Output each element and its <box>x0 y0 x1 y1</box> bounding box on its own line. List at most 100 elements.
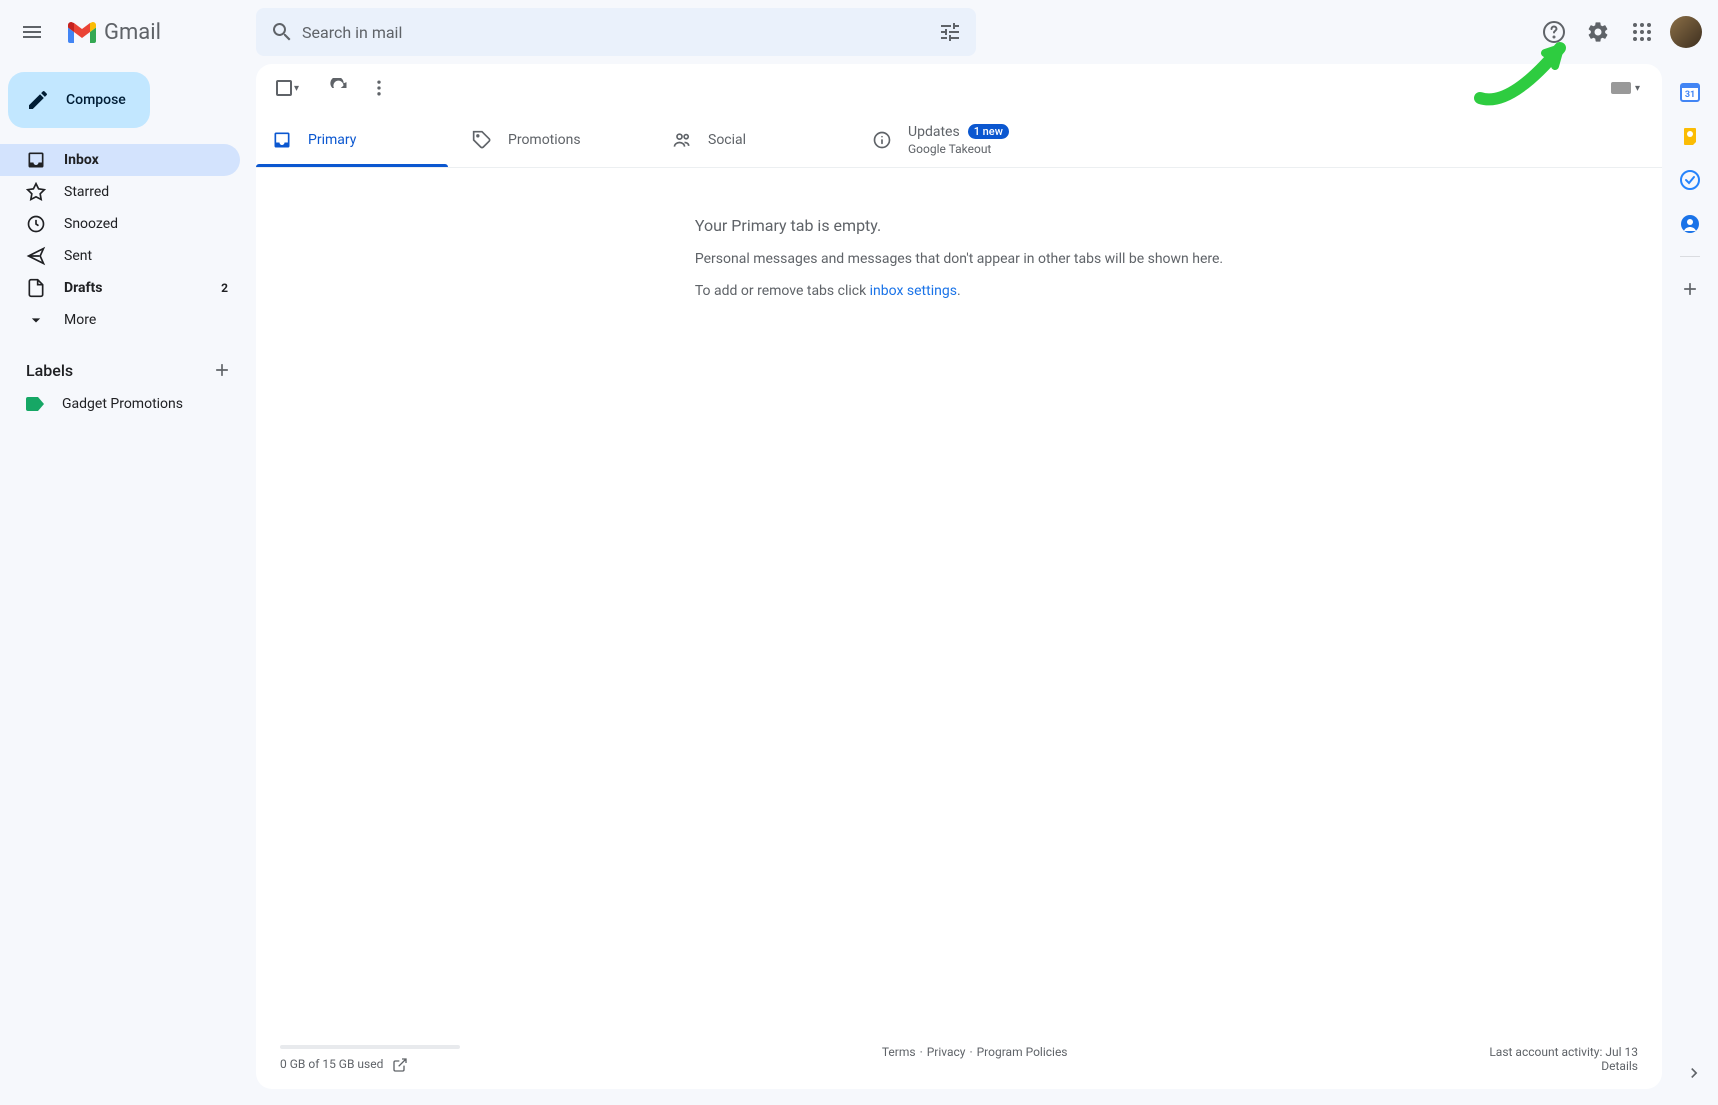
label-item-gadget-promotions[interactable]: Gadget Promotions <box>0 388 240 420</box>
toolbar: ▾ ▾ <box>256 64 1662 112</box>
plus-icon <box>1680 279 1700 299</box>
compose-label: Compose <box>66 92 126 108</box>
nav-label: Sent <box>64 248 92 264</box>
keep-addon-button[interactable] <box>1670 116 1710 156</box>
pencil-icon <box>26 88 50 112</box>
more-button[interactable] <box>359 68 399 108</box>
logo[interactable]: Gmail <box>64 20 161 45</box>
support-button[interactable] <box>1534 12 1574 52</box>
side-panel: 31 <box>1662 64 1718 1105</box>
settings-button[interactable] <box>1578 12 1618 52</box>
more-vert-icon <box>369 78 389 98</box>
tab-label: Social <box>708 132 746 148</box>
main-panel: ▾ ▾ Primary Promotions <box>256 64 1662 1089</box>
nav-label: Starred <box>64 184 109 200</box>
nav-label: Drafts <box>64 280 102 296</box>
header-right <box>1534 12 1710 52</box>
storage-text: 0 GB of 15 GB used <box>280 1057 383 1071</box>
hamburger-icon <box>20 20 44 44</box>
nav-list: Inbox Starred Snoozed Sent Drafts 2 M <box>0 144 256 336</box>
search-options-button[interactable] <box>930 12 970 52</box>
nav-label: More <box>64 312 96 328</box>
empty-title: Your Primary tab is empty. <box>695 216 1223 235</box>
tab-content: Updates 1 new Google Takeout <box>908 124 1009 156</box>
main-menu-button[interactable] <box>8 8 56 56</box>
keep-icon <box>1680 126 1700 146</box>
refresh-button[interactable] <box>319 68 359 108</box>
tab-social[interactable]: Social <box>656 112 856 167</box>
tasks-addon-button[interactable] <box>1670 160 1710 200</box>
apps-button[interactable] <box>1622 12 1662 52</box>
search-input[interactable] <box>302 23 930 42</box>
inbox-icon <box>26 150 46 170</box>
sidebar-item-drafts[interactable]: Drafts 2 <box>0 272 240 304</box>
search-button[interactable] <box>262 12 302 52</box>
open-in-new-icon[interactable] <box>392 1057 408 1073</box>
account-avatar[interactable] <box>1670 16 1702 48</box>
tab-updates[interactable]: Updates 1 new Google Takeout <box>856 112 1056 167</box>
policies-link[interactable]: Program Policies <box>977 1045 1068 1059</box>
labels-title: Labels <box>26 361 73 380</box>
sidebar-item-inbox[interactable]: Inbox <box>0 144 240 176</box>
add-label-button[interactable] <box>208 356 236 384</box>
footer-left: 0 GB of 15 GB used <box>280 1045 460 1073</box>
tab-label: Updates <box>908 124 960 140</box>
drafts-count: 2 <box>221 281 228 295</box>
footer-right: Last account activity: Jul 13 Details <box>1489 1045 1638 1073</box>
tune-icon <box>938 20 962 44</box>
inbox-settings-link[interactable]: inbox settings <box>870 283 957 299</box>
nav-label: Snoozed <box>64 216 118 232</box>
tasks-icon <box>1680 170 1700 190</box>
tab-primary[interactable]: Primary <box>256 112 456 167</box>
empty-subtitle: Personal messages and messages that don'… <box>695 251 1223 267</box>
panel-divider <box>1680 256 1700 257</box>
body: Compose Inbox Starred Snoozed Sent Draft… <box>0 64 1718 1105</box>
privacy-link[interactable]: Privacy <box>927 1045 966 1059</box>
collapse-panel-button[interactable] <box>1678 1057 1710 1089</box>
sidebar-item-starred[interactable]: Starred <box>0 176 240 208</box>
sidebar-item-snoozed[interactable]: Snoozed <box>0 208 240 240</box>
tab-subtext: Google Takeout <box>908 142 1009 156</box>
nav-label: Inbox <box>64 152 99 168</box>
send-icon <box>26 246 46 266</box>
input-tools-selector[interactable]: ▾ <box>1605 78 1646 98</box>
keyboard-icon <box>1611 82 1631 94</box>
tab-label: Primary <box>308 132 356 148</box>
chevron-right-icon <box>1684 1063 1704 1083</box>
label-tag-icon <box>26 397 44 411</box>
search-bar <box>256 8 976 56</box>
footer: 0 GB of 15 GB used Terms · Privacy · Pro… <box>256 1037 1662 1089</box>
footer-center: Terms · Privacy · Program Policies <box>882 1045 1068 1059</box>
caret-down-icon: ▾ <box>1635 83 1640 94</box>
get-addons-button[interactable] <box>1670 269 1710 309</box>
contacts-addon-button[interactable] <box>1670 204 1710 244</box>
compose-button[interactable]: Compose <box>8 72 150 128</box>
tab-promotions[interactable]: Promotions <box>456 112 656 167</box>
category-tabs: Primary Promotions Social Updates 1 new … <box>256 112 1662 168</box>
tag-icon <box>472 130 492 150</box>
label-name: Gadget Promotions <box>62 396 183 412</box>
details-link[interactable]: Details <box>1601 1059 1638 1073</box>
terms-link[interactable]: Terms <box>882 1045 916 1059</box>
calendar-icon: 31 <box>1680 82 1700 102</box>
gmail-logo-icon <box>68 21 96 43</box>
info-icon <box>872 130 892 150</box>
app-name: Gmail <box>104 20 161 45</box>
inbox-icon <box>272 130 292 150</box>
select-all-checkbox[interactable]: ▾ <box>272 76 303 100</box>
draft-icon <box>26 278 46 298</box>
calendar-addon-button[interactable]: 31 <box>1670 72 1710 112</box>
storage-bar <box>280 1045 460 1049</box>
caret-down-icon: ▾ <box>294 83 299 94</box>
help-icon <box>1542 20 1566 44</box>
people-icon <box>672 130 692 150</box>
sidebar-item-sent[interactable]: Sent <box>0 240 240 272</box>
labels-header: Labels <box>0 352 256 388</box>
refresh-icon <box>329 78 349 98</box>
header: Gmail <box>0 0 1718 64</box>
clock-icon <box>26 214 46 234</box>
header-left: Gmail <box>8 8 256 56</box>
empty-link-row: To add or remove tabs click inbox settin… <box>695 283 1223 299</box>
contacts-icon <box>1680 214 1700 234</box>
sidebar-item-more[interactable]: More <box>0 304 240 336</box>
